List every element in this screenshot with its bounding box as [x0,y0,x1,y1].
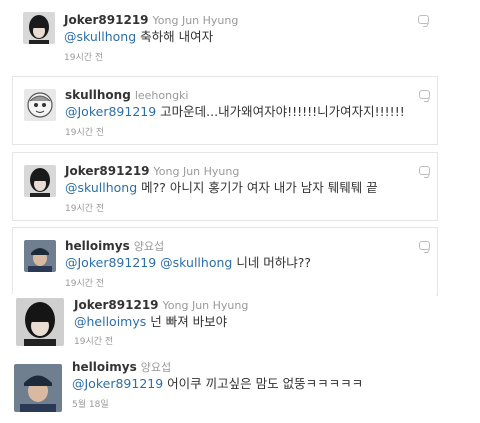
avatar[interactable] [23,12,55,44]
reply-icon[interactable] [418,15,429,24]
tweet-4: helloimys 양요섭 @Joker891219 @skullhong 니네 … [12,227,438,296]
timestamp[interactable]: 19시간 전 [64,50,103,63]
tweet-text: 넌 빠져 바보야 [146,314,228,329]
mention-link[interactable]: @Joker891219 [65,255,156,270]
screen-name[interactable]: helloimys [72,360,137,374]
real-name: Yong Jun Hyung [153,165,240,178]
tweet-text: 고마운데...내가왜여자야!!!!!!니가여자지!!!!!! [156,104,405,119]
tweet-3: Joker891219 Yong Jun Hyung @skullhong 메??… [12,152,438,221]
screen-name[interactable]: Joker891219 [64,13,149,27]
avatar[interactable] [16,298,64,346]
screen-name[interactable]: Joker891219 [65,164,150,178]
mention-link[interactable]: @skullhong [65,180,137,195]
tweet-5: Joker891219 Yong Jun Hyung @helloimys 넌 빠… [10,294,436,347]
tweet-text: 메?? 아니지 홍기가 여자 내가 남자 퉤퉤퉤 끝 [137,180,378,195]
tweet-6: helloimys 양요섭 @Joker891219 어이쿠 끼고싶은 맘도 없뚱… [8,356,434,416]
mention-link[interactable]: @Joker891219 [72,376,163,391]
timestamp[interactable]: 19시간 전 [65,125,104,138]
reply-icon[interactable] [419,166,430,175]
mention-link-2[interactable]: @skullhong [160,255,232,270]
avatar[interactable] [24,240,56,272]
mention-link[interactable]: @helloimys [74,314,146,329]
avatar[interactable] [14,364,62,412]
avatar[interactable] [24,165,56,197]
reply-icon[interactable] [419,90,430,99]
real-name: Yong Jun Hyung [162,299,249,312]
mention-link[interactable]: @Joker891219 [65,104,156,119]
mention-link[interactable]: @skullhong [64,29,136,44]
real-name: 양요섭 [133,240,165,253]
timestamp[interactable]: 19시간 전 [65,276,104,289]
screen-name[interactable]: Joker891219 [74,298,159,312]
screen-name[interactable]: skullhong [65,88,131,102]
tweet-1: Joker891219 Yong Jun Hyung @skullhong 축하해… [12,6,438,66]
real-name: Yong Jun Hyung [152,14,239,27]
timestamp[interactable]: 19시간 전 [65,201,104,214]
tweet-text: 어이쿠 끼고싶은 맘도 없뚱ㅋㅋㅋㅋㅋ [163,376,364,391]
real-name: leehongki [134,89,189,102]
tweet-2: skullhong leehongki @Joker891219 고마운데...내… [12,76,438,145]
tweet-text: 축하해 내여자 [136,29,214,44]
timestamp[interactable]: 5월 18일 [72,397,109,410]
screen-name[interactable]: helloimys [65,239,130,253]
tweet-text: 니네 머하냐?? [232,255,312,270]
reply-icon[interactable] [419,241,430,250]
avatar[interactable] [24,89,56,121]
timestamp[interactable]: 19시간 전 [74,334,113,347]
real-name: 양요섭 [140,361,172,374]
